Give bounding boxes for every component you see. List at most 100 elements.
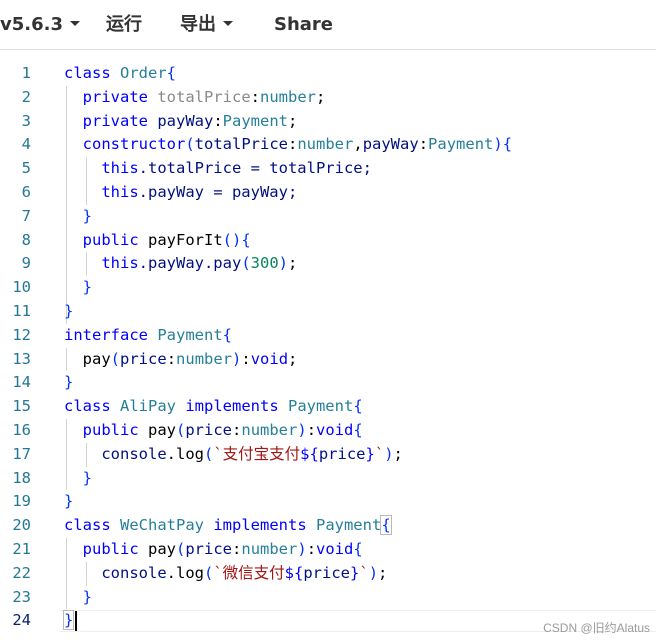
code-token: price bbox=[120, 349, 167, 368]
line-number: 16 bbox=[12, 421, 31, 439]
code-token: price bbox=[318, 444, 366, 463]
line-number: 11 bbox=[12, 302, 31, 320]
code-line: class WeChatPay implements Payment{ bbox=[64, 514, 392, 538]
code-token: `微信支付 bbox=[213, 563, 285, 582]
line-number: 22 bbox=[12, 563, 31, 582]
code-token: { bbox=[380, 515, 392, 536]
export-label: 导出 bbox=[180, 14, 216, 35]
code-token: ) bbox=[297, 540, 307, 558]
run-button[interactable]: 运行 bbox=[106, 0, 142, 50]
line-number: 7 bbox=[21, 206, 31, 225]
line-number: 23 bbox=[12, 587, 31, 606]
version-dropdown[interactable]: v5.6.3 bbox=[0, 0, 80, 50]
code-token: } bbox=[64, 302, 74, 320]
code-token: { bbox=[353, 421, 363, 439]
code-token: 300 bbox=[250, 254, 279, 273]
code-token: void bbox=[316, 421, 354, 439]
text-cursor bbox=[74, 611, 77, 632]
line-number: 10 bbox=[12, 278, 31, 297]
share-button[interactable]: Share bbox=[274, 0, 333, 50]
code-token: console bbox=[101, 563, 167, 582]
code-token: } bbox=[82, 206, 93, 225]
code-token: } bbox=[82, 278, 93, 297]
line-number: 24 bbox=[12, 611, 31, 630]
code-token: : bbox=[232, 540, 242, 558]
code-token: Payment bbox=[428, 135, 494, 154]
code-token: Payment bbox=[222, 111, 288, 130]
code-token: ) bbox=[493, 135, 503, 154]
code-token: Payment bbox=[315, 516, 382, 535]
code-token: payForIt bbox=[148, 230, 223, 249]
code-token: ( bbox=[176, 540, 186, 558]
line-number: 5 bbox=[21, 159, 31, 178]
code-token: pay bbox=[148, 540, 176, 558]
code-editor[interactable]: 1 2 3 4 5 6 7 8 9 10 11 12 13 14 15 16 17 18 19 20 21 22 23 24 … bbox=[0, 51, 656, 642]
code-token: number bbox=[297, 135, 354, 154]
code-token: { bbox=[222, 325, 232, 344]
code-token: implements bbox=[185, 397, 288, 416]
code-line: pay(price:number):void; bbox=[64, 348, 298, 372]
code-token: price bbox=[303, 563, 351, 582]
code-token: private bbox=[82, 111, 158, 130]
line-number: 8 bbox=[21, 230, 31, 249]
run-label: 运行 bbox=[106, 14, 142, 35]
code-line: } bbox=[64, 205, 92, 229]
code-token: : bbox=[418, 135, 429, 154]
code-token: ${ bbox=[300, 444, 319, 463]
code-line: } bbox=[64, 490, 73, 514]
line-number: 13 bbox=[12, 349, 31, 368]
code-token: pay bbox=[148, 421, 176, 439]
line-number: 3 bbox=[21, 111, 31, 130]
code-token: : bbox=[306, 421, 317, 439]
code-token: } bbox=[365, 444, 375, 463]
code-token: : bbox=[306, 540, 317, 558]
code-line: this.payWay.pay(300); bbox=[64, 252, 297, 276]
code-token: ( bbox=[185, 135, 195, 154]
version-label: v5.6.3 bbox=[0, 14, 63, 35]
code-token: Payment bbox=[287, 397, 354, 416]
code-token: { bbox=[353, 397, 363, 416]
code-token: } bbox=[350, 563, 360, 582]
share-label: Share bbox=[274, 14, 334, 35]
code-token: ) bbox=[278, 254, 288, 273]
line-number: 19 bbox=[12, 492, 31, 511]
code-line: private payWay:Payment; bbox=[64, 110, 298, 134]
line-number: 9 bbox=[21, 254, 31, 273]
code-token: } bbox=[62, 610, 75, 631]
code-line: } bbox=[64, 300, 73, 324]
code-token: : bbox=[288, 135, 298, 154]
code-token: void bbox=[316, 540, 354, 558]
line-number: 2 bbox=[21, 87, 31, 106]
code-token: } bbox=[82, 468, 93, 487]
code-token: .payWay = payWay; bbox=[138, 183, 298, 201]
code-token: () bbox=[222, 230, 242, 249]
code-token: public bbox=[82, 540, 148, 558]
code-line: console.log(`微信支付${price}`); bbox=[64, 562, 387, 586]
code-line: this.payWay = payWay; bbox=[64, 181, 297, 205]
code-token: number bbox=[241, 540, 298, 558]
code-token: constructor bbox=[82, 135, 186, 154]
export-dropdown[interactable]: 导出 bbox=[180, 0, 233, 50]
code-token: implements bbox=[213, 516, 316, 535]
line-number: 15 bbox=[12, 397, 31, 416]
code-token: : bbox=[166, 349, 177, 368]
line-number: 17 bbox=[12, 444, 31, 463]
code-token: ; bbox=[288, 349, 298, 368]
code-line: this.totalPrice = totalPrice; bbox=[64, 157, 372, 181]
code-token: number bbox=[260, 87, 316, 106]
code-token: Order bbox=[120, 64, 167, 82]
code-token: ( bbox=[203, 563, 214, 582]
code-token: console bbox=[101, 444, 167, 463]
